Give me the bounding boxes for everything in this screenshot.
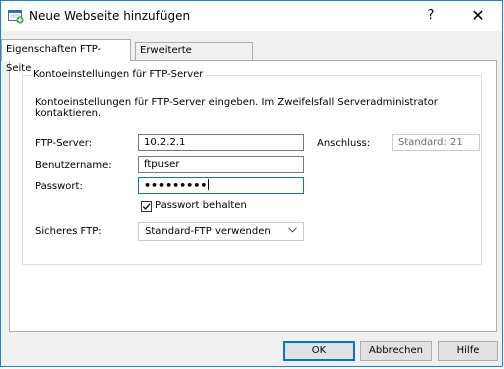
title-bar: Neue Webseite hinzufügen ? ✕ <box>1 1 502 31</box>
chevron-down-icon <box>288 227 297 233</box>
password-input[interactable]: ••••••••• <box>138 177 304 194</box>
secure-ftp-label: Sicheres FTP: <box>35 226 102 237</box>
group-description: Kontoeinstellungen für FTP-Server eingeb… <box>35 97 438 119</box>
username-label: Benutzername: <box>35 160 112 171</box>
text-caret <box>208 179 210 190</box>
password-label: Passwort: <box>35 181 83 192</box>
port-label: Anschluss: <box>317 138 371 149</box>
cancel-button[interactable]: Abbrechen <box>360 341 432 361</box>
ok-button[interactable]: OK <box>283 341 355 361</box>
title-help-button[interactable]: ? <box>416 6 446 26</box>
checkmark-icon <box>142 203 151 210</box>
tab-advanced-settings[interactable]: Erweiterte Einstellungen <box>135 42 253 72</box>
remember-password-label[interactable]: Passwort behalten <box>155 200 247 211</box>
tab-ftp-properties[interactable]: Eigenschaften FTP-Seite <box>1 39 131 74</box>
server-label: FTP-Server: <box>35 138 93 149</box>
secure-ftp-select[interactable]: Standard-FTP verwenden <box>138 222 304 241</box>
group-title: Kontoeinstellungen für FTP-Server <box>31 69 206 80</box>
window-title: Neue Webseite hinzufügen <box>29 9 191 23</box>
help-button[interactable]: Hilfe <box>438 341 498 361</box>
add-website-icon <box>8 9 24 24</box>
remember-password-checkbox[interactable] <box>141 201 152 212</box>
dialog-window: Neue Webseite hinzufügen ? ✕ Eigenschaft… <box>0 0 503 367</box>
username-input[interactable]: ftpuser <box>138 156 304 173</box>
close-button[interactable]: ✕ <box>463 5 493 27</box>
password-mask: ••••••••• <box>144 179 208 192</box>
secure-ftp-value: Standard-FTP verwenden <box>145 226 271 237</box>
port-input[interactable]: Standard: 21 <box>392 134 480 151</box>
server-input[interactable]: 10.2.2.1 <box>138 134 304 151</box>
